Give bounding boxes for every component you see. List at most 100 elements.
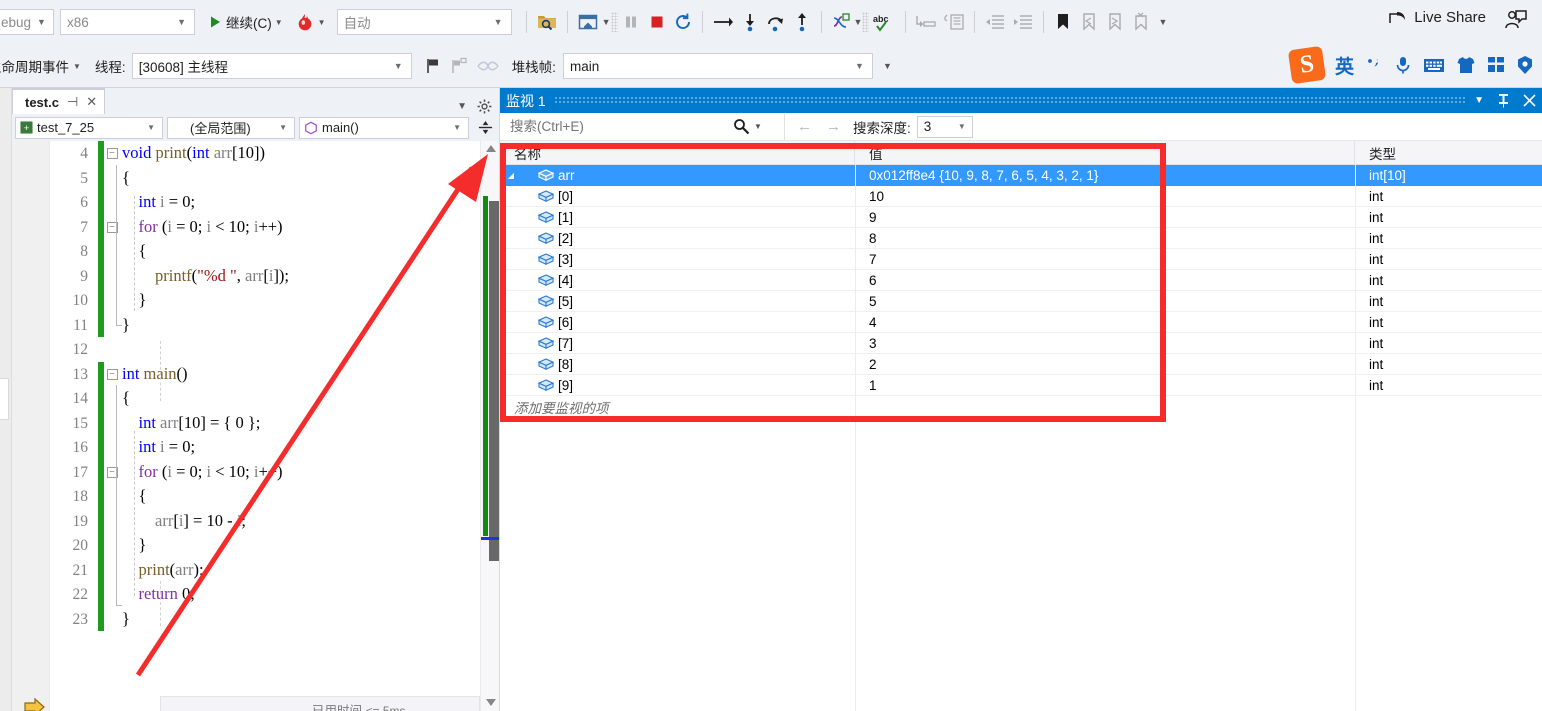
hot-reload-button[interactable]: ▼ <box>292 8 329 36</box>
watch-row-value[interactable]: 5 <box>855 291 1355 312</box>
toggle-bookmark-button[interactable] <box>1050 8 1076 36</box>
search-icon[interactable] <box>733 118 750 135</box>
configuration-combo[interactable]: ebug ▼ <box>0 9 54 35</box>
chevron-down-icon[interactable]: ▼ <box>318 18 326 27</box>
apps-icon[interactable] <box>1487 56 1505 74</box>
watch-row-name-cell[interactable]: [6] <box>500 312 855 333</box>
code-line[interactable]: 6 int i = 0; <box>50 190 500 215</box>
search-next-icon[interactable]: → <box>826 118 841 135</box>
close-icon[interactable]: ✕ <box>86 94 97 110</box>
code-line[interactable]: 9 printf("%d ", arr[i]); <box>50 263 500 288</box>
clear-bookmarks-button[interactable] <box>1128 8 1154 36</box>
watch-row[interactable]: [7] 3 int <box>500 333 1542 354</box>
watch-row-value[interactable]: 6 <box>855 270 1355 291</box>
watch-row[interactable]: ◢ arr 0x012ff8e4 {10, 9, 8, 7, 6, 5, 4, 3,… <box>500 165 1542 186</box>
title-bar-drag-dots[interactable] <box>553 96 1467 105</box>
code-line[interactable]: 16 int i = 0; <box>50 435 500 460</box>
column-separator[interactable] <box>1355 165 1356 711</box>
step-into-button[interactable] <box>737 8 763 36</box>
watch-row[interactable]: [8] 2 int <box>500 354 1542 375</box>
watch-row-name-cell[interactable]: ◢ arr <box>500 165 855 186</box>
pin-icon[interactable]: ⊣ <box>67 94 78 110</box>
scroll-down-arrow-icon[interactable] <box>485 698 497 707</box>
column-header-value[interactable]: 值 <box>855 141 1355 165</box>
watch-row-value[interactable]: 3 <box>855 333 1355 354</box>
watch-row-value[interactable]: 2 <box>855 354 1355 375</box>
search-input[interactable] <box>508 118 733 135</box>
code-line[interactable]: 4 − void print(int arr[10]) <box>50 141 500 166</box>
breakpoint-gutter[interactable] <box>12 141 50 711</box>
project-combo[interactable]: + test_7_25 ▼ <box>15 116 163 139</box>
watch-search-box[interactable]: ▼ <box>500 113 785 140</box>
watch-row[interactable]: [6] 4 int <box>500 312 1542 333</box>
watch-row-name-cell[interactable]: [8] <box>500 354 855 375</box>
stackframe-overflow-icon[interactable]: ▼ <box>883 61 892 71</box>
code-line[interactable]: 13 − int main() <box>50 361 500 386</box>
fold-collapse-icon[interactable]: − <box>104 221 120 233</box>
chevron-down-icon[interactable]: ▼ <box>73 62 81 71</box>
code-line[interactable]: 18 { <box>50 484 500 509</box>
threads-overflow-icon[interactable]: ▼ <box>854 17 863 27</box>
pin-icon[interactable] <box>1497 93 1510 108</box>
code-line[interactable]: 21 print(arr); <box>50 557 500 582</box>
decrease-indent-button[interactable] <box>981 8 1009 36</box>
uncomment-selection-button[interactable] <box>940 8 968 36</box>
code-line[interactable]: 7 − for (i = 0; i < 10; i++) <box>50 214 500 239</box>
previous-bookmark-button[interactable] <box>1076 8 1102 36</box>
watch-row-name-cell[interactable]: [0] <box>500 186 855 207</box>
collapsed-tool-window-tab[interactable] <box>0 378 9 420</box>
gear-icon[interactable] <box>477 99 492 114</box>
parallel-stacks-button[interactable] <box>473 52 503 80</box>
sogou-logo-icon[interactable]: S <box>1287 45 1327 85</box>
code-line[interactable]: 8 { <box>50 239 500 264</box>
comment-selection-button[interactable] <box>912 8 940 36</box>
code-line[interactable]: 15 int arr[10] = { 0 }; <box>50 410 500 435</box>
watch-row-name-cell[interactable]: [3] <box>500 249 855 270</box>
fold-collapse-icon[interactable]: − <box>104 466 120 478</box>
punctuation-icon[interactable] <box>1365 56 1383 74</box>
step-out-button[interactable] <box>789 8 815 36</box>
code-line[interactable]: 12 <box>50 337 500 362</box>
watch-row-value[interactable]: 1 <box>855 375 1355 396</box>
watch-row-name-cell[interactable]: [1] <box>500 207 855 228</box>
watch-row[interactable]: [2] 8 int <box>500 228 1542 249</box>
window-layout-overflow-icon[interactable]: ▼ <box>602 17 611 27</box>
watch-row-name-cell[interactable]: [2] <box>500 228 855 249</box>
show-next-statement-button[interactable] <box>709 8 737 36</box>
window-layout-button[interactable] <box>574 8 602 36</box>
fold-collapse-icon[interactable]: − <box>104 147 120 160</box>
expander-triangle-icon[interactable]: ◢ <box>500 171 522 180</box>
keyboard-icon[interactable] <box>1423 57 1445 74</box>
platform-combo[interactable]: x86 ▼ <box>60 9 195 35</box>
skin-icon[interactable] <box>1456 56 1476 74</box>
thread-combo[interactable]: [30608] 主线程 ▼ <box>131 53 412 79</box>
scroll-up-arrow-icon[interactable] <box>485 144 497 153</box>
code-line[interactable]: 22 return 0; <box>50 582 500 607</box>
watch-row-value[interactable]: 0x012ff8e4 {10, 9, 8, 7, 6, 5, 4, 3, 2, … <box>855 165 1355 186</box>
watch-row[interactable]: [5] 5 int <box>500 291 1542 312</box>
watch-row-name-cell[interactable]: [5] <box>500 291 855 312</box>
threads-view-button[interactable] <box>828 8 854 36</box>
watch-row-name-cell[interactable]: [9] <box>500 375 855 396</box>
auto-attach-combo[interactable]: 自动 ▼ <box>336 9 512 35</box>
watch-row[interactable]: [9] 1 int <box>500 375 1542 396</box>
bookmarks-overflow-icon[interactable]: ▼ <box>1158 17 1167 27</box>
watch-row[interactable]: [3] 7 int <box>500 249 1542 270</box>
editor-tab-test-c[interactable]: test.c ⊣ ✕ <box>12 88 106 114</box>
column-header-name[interactable]: 名称 <box>500 141 855 165</box>
code-line[interactable]: 19 arr[i] = 10 - i; <box>50 508 500 533</box>
chevron-down-icon[interactable]: ▼ <box>457 101 467 112</box>
watch-row-name-cell[interactable]: [7] <box>500 333 855 354</box>
settings-icon[interactable] <box>1516 55 1534 75</box>
add-watch-row[interactable]: 添加要监视的项 <box>500 396 1542 417</box>
code-line[interactable]: 11} <box>50 312 500 337</box>
microphone-icon[interactable] <box>1394 55 1412 75</box>
fold-collapse-icon[interactable]: − <box>104 368 120 380</box>
code-line[interactable]: 14 { <box>50 386 500 411</box>
live-share-button[interactable]: Live Share <box>1388 8 1486 26</box>
watch-row-value[interactable]: 8 <box>855 228 1355 249</box>
ime-mode-label[interactable]: 英 <box>1335 52 1354 79</box>
watch-row[interactable]: [4] 6 int <box>500 270 1542 291</box>
watch-row-value[interactable]: 7 <box>855 249 1355 270</box>
watch-row[interactable]: [0] 10 int <box>500 186 1542 207</box>
